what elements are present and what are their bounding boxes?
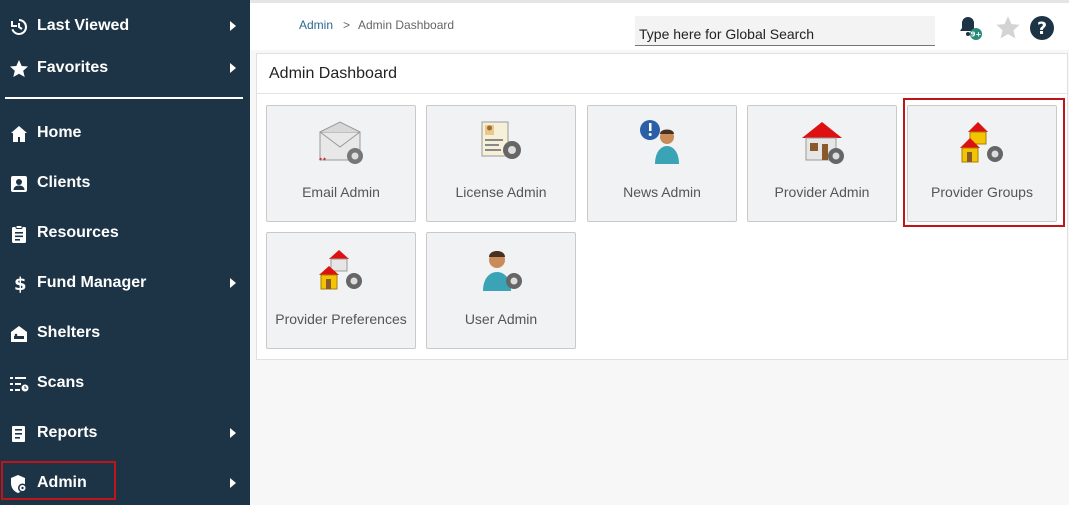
breadcrumb-admin-link[interactable]: Admin <box>299 18 333 32</box>
tile-provider-admin[interactable]: Provider Admin <box>747 105 897 222</box>
tile-label: License Admin <box>455 184 547 200</box>
tile-label: News Admin <box>623 184 701 200</box>
tile-user-admin[interactable]: User Admin <box>426 232 576 349</box>
dollar-icon: $ <box>9 274 29 294</box>
sidebar-item-label: Home <box>37 124 82 141</box>
chevron-right-icon <box>230 428 236 438</box>
panel-title: Admin Dashboard <box>269 65 398 82</box>
tile-label: Email Admin <box>302 184 380 200</box>
sidebar-item-label: Resources <box>37 224 119 241</box>
top-bar: Admin > Admin Dashboard 9+ ? <box>250 0 1069 50</box>
provider-preferences-icon <box>317 245 367 295</box>
tile-label: User Admin <box>464 311 538 327</box>
sidebar-item-label: Reports <box>37 424 98 441</box>
tile-label: Provider Preferences <box>275 311 407 327</box>
license-gear-icon <box>477 118 527 168</box>
sidebar-item-fund-manager[interactable]: $ Fund Manager <box>0 263 250 303</box>
scan-list-icon <box>9 374 29 394</box>
breadcrumb-current: Admin Dashboard <box>358 18 455 32</box>
chevron-right-icon <box>230 63 236 73</box>
sidebar-item-label: Clients <box>37 174 91 191</box>
panel-header: Admin Dashboard <box>257 54 1067 94</box>
favorite-star-icon[interactable] <box>994 14 1022 42</box>
contact-card-icon <box>9 174 29 194</box>
sidebar-item-reports[interactable]: Reports <box>0 413 250 453</box>
report-icon <box>9 424 29 444</box>
clipboard-icon <box>9 224 29 244</box>
app-window: Last Viewed Favorites Home Clients Resou… <box>0 0 1069 505</box>
sidebar-item-clients[interactable]: Clients <box>0 163 250 203</box>
admin-highlight-box <box>1 461 116 500</box>
chevron-right-icon <box>230 278 236 288</box>
sidebar-item-label: Favorites <box>37 59 109 76</box>
history-icon <box>9 17 29 37</box>
provider-house-gear-icon <box>798 118 848 168</box>
shelter-icon <box>9 324 29 344</box>
star-icon <box>9 59 29 79</box>
sidebar-item-last-viewed[interactable]: Last Viewed <box>0 6 250 46</box>
sidebar-divider <box>5 97 243 99</box>
home-icon <box>9 124 29 144</box>
tile-provider-preferences[interactable]: Provider Preferences <box>266 232 416 349</box>
svg-text:?: ? <box>1037 19 1047 39</box>
sidebar-item-shelters[interactable]: Shelters <box>0 313 250 353</box>
notification-badge: 9+ <box>971 31 982 39</box>
sidebar-item-favorites[interactable]: Favorites <box>0 48 250 88</box>
tile-email-admin[interactable]: Email Admin <box>266 105 416 222</box>
help-icon[interactable]: ? <box>1028 14 1056 42</box>
breadcrumb-separator: > <box>343 18 351 32</box>
sidebar-item-label: Shelters <box>37 324 101 341</box>
sidebar-item-label: Last Viewed <box>37 17 130 34</box>
email-gear-icon <box>317 118 367 168</box>
chevron-right-icon <box>230 21 236 31</box>
tile-news-admin[interactable]: News Admin <box>587 105 737 222</box>
news-person-icon <box>638 118 688 168</box>
provider-groups-highlight-box <box>903 98 1065 227</box>
sidebar-item-scans[interactable]: Scans <box>0 363 250 403</box>
user-gear-icon <box>477 245 527 295</box>
sidebar-item-resources[interactable]: Resources <box>0 213 250 253</box>
chevron-right-icon <box>230 478 236 488</box>
notification-bell-icon[interactable]: 9+ <box>956 14 984 42</box>
tile-license-admin[interactable]: License Admin <box>426 105 576 222</box>
sidebar: Last Viewed Favorites Home Clients Resou… <box>0 0 250 505</box>
global-search-input[interactable] <box>635 16 935 46</box>
sidebar-item-label: Scans <box>37 374 85 391</box>
sidebar-item-label: Fund Manager <box>37 274 147 291</box>
sidebar-item-home[interactable]: Home <box>0 113 250 153</box>
svg-text:$: $ <box>14 274 27 294</box>
tile-label: Provider Admin <box>774 184 870 200</box>
